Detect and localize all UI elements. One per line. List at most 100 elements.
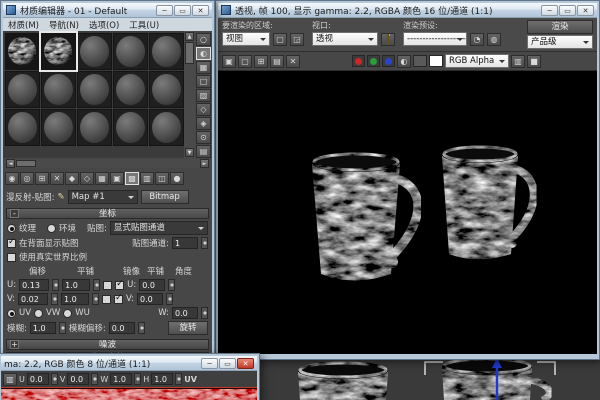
sample-slot[interactable] bbox=[113, 71, 148, 108]
v-offset-field[interactable]: 0.02 bbox=[18, 293, 48, 305]
save-image-icon[interactable]: ▣ bbox=[222, 55, 236, 68]
clone-rendered-frame-icon[interactable]: ⊞ bbox=[254, 55, 268, 68]
u-mirror-checkbox[interactable] bbox=[103, 281, 112, 290]
scrollbar-thumb[interactable] bbox=[185, 42, 194, 64]
render-preset-dropdown[interactable]: -------------------- bbox=[403, 32, 467, 46]
material-id-channel-icon[interactable]: ▣ bbox=[110, 172, 124, 185]
crop-h-field[interactable]: 1.0 bbox=[151, 373, 173, 385]
bitmap-preview-image[interactable] bbox=[1, 387, 257, 400]
map-type-button[interactable]: Bitmap bbox=[141, 190, 189, 204]
monochrome-icon[interactable]: ◐ bbox=[397, 55, 411, 68]
sample-slot[interactable] bbox=[149, 33, 184, 70]
render-window-titlebar[interactable]: 透视, 帧 100, 显示 gamma: 2.2, RGBA 颜色 16 位/通… bbox=[218, 3, 597, 18]
auto-region-icon[interactable]: ◲ bbox=[290, 33, 304, 46]
real-world-scale-checkbox[interactable] bbox=[7, 253, 16, 262]
viewport-dropdown[interactable]: 透视 bbox=[312, 32, 378, 46]
blur-offset-spinner[interactable] bbox=[138, 322, 145, 334]
noise-rollout-header[interactable]: + 噪波 bbox=[6, 339, 209, 350]
material-editor-titlebar[interactable]: 材质编辑器 - 01 - Default ─ ▭ ✕ bbox=[3, 3, 212, 18]
crop-u-field[interactable]: 0.0 bbox=[27, 373, 49, 385]
put-to-library-icon[interactable]: ▦ bbox=[95, 172, 109, 185]
green-channel-button[interactable] bbox=[367, 55, 380, 67]
sample-slot[interactable] bbox=[113, 33, 148, 70]
bitmap-viewer-titlebar[interactable]: ma: 2.2, RGB 颜色 8 位/通道 (1:1) ─ ▭ ✕ bbox=[1, 356, 257, 371]
edit-region-icon[interactable]: ▢ bbox=[273, 33, 287, 46]
background-color-swatch[interactable] bbox=[429, 55, 443, 67]
u-offset-spinner[interactable] bbox=[52, 279, 59, 291]
scroll-left-icon[interactable]: ◄ bbox=[6, 159, 15, 168]
backlight-icon[interactable]: ◐ bbox=[196, 47, 211, 60]
red-channel-button[interactable] bbox=[352, 55, 365, 67]
channel-display-dropdown[interactable]: RGB Alpha bbox=[445, 54, 509, 68]
menu-navigation[interactable]: 导航(N) bbox=[49, 19, 79, 31]
crop-w-spinner[interactable] bbox=[134, 373, 141, 385]
sample-slot[interactable] bbox=[77, 71, 112, 108]
print-image-icon[interactable]: ▤ bbox=[270, 55, 284, 68]
material-map-navigator-icon[interactable]: ▤ bbox=[196, 145, 211, 158]
map-name-dropdown[interactable]: Map #1 bbox=[68, 190, 138, 204]
maximize-icon[interactable]: ▭ bbox=[559, 5, 576, 16]
v-angle-spinner[interactable] bbox=[166, 293, 173, 305]
w-angle-spinner[interactable] bbox=[201, 307, 208, 319]
wu-radio[interactable] bbox=[63, 309, 72, 318]
show-map-on-back-checkbox[interactable] bbox=[7, 239, 16, 248]
v-tiling-field[interactable]: 1.0 bbox=[61, 293, 89, 305]
go-to-parent-icon[interactable]: ◫ bbox=[155, 172, 169, 185]
scrollbar-thumb[interactable] bbox=[16, 160, 36, 167]
expand-icon[interactable]: + bbox=[10, 340, 19, 349]
minimize-icon[interactable]: ─ bbox=[156, 5, 173, 16]
v-tiling-spinner[interactable] bbox=[92, 293, 99, 305]
close-icon[interactable]: ✕ bbox=[237, 358, 254, 369]
vw-radio[interactable] bbox=[34, 309, 43, 318]
texture-radio[interactable] bbox=[7, 224, 16, 233]
render-quality-dropdown[interactable]: 产品级 bbox=[527, 35, 593, 49]
sample-slot[interactable] bbox=[41, 71, 76, 108]
sample-uv-tiling-icon[interactable]: □ bbox=[196, 75, 211, 88]
crop-w-field[interactable]: 1.0 bbox=[110, 373, 132, 385]
copy-image-icon[interactable]: ▢ bbox=[238, 55, 252, 68]
u-tiling-field[interactable]: 1.0 bbox=[62, 279, 90, 291]
crop-h-spinner[interactable] bbox=[175, 373, 182, 385]
sample-slot[interactable] bbox=[77, 109, 112, 146]
environ-radio[interactable] bbox=[47, 224, 56, 233]
sample-type-icon[interactable]: ○ bbox=[196, 33, 211, 46]
blur-field[interactable]: 1.0 bbox=[30, 322, 56, 334]
maximize-icon[interactable]: ▭ bbox=[219, 358, 236, 369]
sample-slot[interactable] bbox=[149, 71, 184, 108]
blue-channel-button[interactable] bbox=[382, 55, 395, 67]
u-tile-checkbox[interactable] bbox=[115, 281, 124, 290]
menu-material[interactable]: 材质(M) bbox=[8, 19, 39, 31]
collapse-icon[interactable]: - bbox=[10, 209, 19, 218]
viewport-mug-left[interactable] bbox=[298, 363, 388, 400]
w-angle-field[interactable]: 0.0 bbox=[172, 307, 198, 319]
v-tile-checkbox[interactable] bbox=[114, 295, 123, 304]
sample-slot[interactable] bbox=[41, 109, 76, 146]
sample-vertical-scrollbar[interactable]: ▲ ▼ bbox=[184, 31, 195, 158]
get-material-icon[interactable]: ◉ bbox=[5, 172, 19, 185]
material-options-icon[interactable]: ◈ bbox=[196, 117, 211, 130]
menu-options[interactable]: 选项(O) bbox=[89, 19, 119, 31]
video-color-check-icon[interactable]: ▨ bbox=[196, 89, 211, 102]
v-mirror-checkbox[interactable] bbox=[102, 295, 111, 304]
v-offset-spinner[interactable] bbox=[51, 293, 58, 305]
sample-slot[interactable] bbox=[113, 109, 148, 146]
crop-v-spinner[interactable] bbox=[91, 373, 98, 385]
u-offset-field[interactable]: 0.13 bbox=[19, 279, 49, 291]
close-icon[interactable]: ✕ bbox=[192, 5, 209, 16]
sample-slot[interactable] bbox=[149, 109, 184, 146]
crop-u-spinner[interactable] bbox=[51, 373, 58, 385]
render-button[interactable]: 渲染 bbox=[527, 20, 593, 34]
put-material-to-scene-icon[interactable]: ◎ bbox=[20, 172, 34, 185]
reset-map-icon[interactable]: ✕ bbox=[50, 172, 64, 185]
clear-image-icon[interactable]: ✕ bbox=[286, 55, 300, 68]
select-by-material-icon[interactable]: ⊙ bbox=[196, 131, 211, 144]
uv-mode-label[interactable]: UV bbox=[184, 375, 197, 384]
sample-slot[interactable] bbox=[5, 109, 40, 146]
show-map-in-viewport-icon[interactable]: ▩ bbox=[125, 172, 139, 185]
minimize-icon[interactable]: ─ bbox=[541, 5, 558, 16]
mapping-dropdown[interactable]: 显式贴图通道 bbox=[110, 221, 208, 235]
sample-horizontal-scrollbar[interactable]: ◄ ► bbox=[5, 159, 210, 168]
sample-slot[interactable] bbox=[77, 33, 112, 70]
u-tiling-spinner[interactable] bbox=[93, 279, 100, 291]
rendered-image[interactable] bbox=[218, 71, 597, 354]
